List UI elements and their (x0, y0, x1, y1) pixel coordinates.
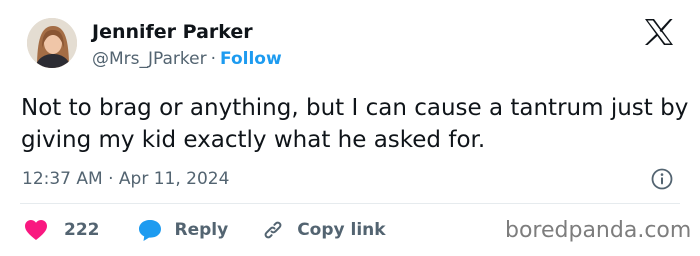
reply-label: Reply (174, 220, 229, 240)
action-bar: 222 Reply Copy link (24, 216, 386, 244)
info-icon[interactable] (650, 167, 674, 191)
author-meta: @Mrs_JParker · Follow (92, 45, 282, 73)
like-button[interactable]: 222 (24, 219, 137, 241)
x-logo-icon[interactable] (644, 18, 674, 46)
follow-button[interactable]: Follow (220, 49, 282, 69)
copy-link-label: Copy link (297, 220, 386, 240)
separator-dot: · (210, 49, 217, 69)
tweet-text: Not to brag or anything, but I can cause… (21, 95, 689, 153)
avatar[interactable] (27, 18, 77, 68)
copy-link-button[interactable]: Copy link (261, 218, 386, 242)
divider (20, 203, 680, 204)
heart-icon (25, 220, 47, 240)
author-name[interactable]: Jennifer Parker (92, 19, 282, 45)
watermark: boredpanda.com (505, 218, 692, 243)
link-icon (264, 221, 282, 239)
author-block: Jennifer Parker @Mrs_JParker · Follow (92, 19, 282, 73)
tweet-card: Jennifer Parker @Mrs_JParker · Follow Not … (0, 0, 700, 256)
reply-button[interactable]: Reply (137, 218, 262, 242)
author-handle[interactable]: @Mrs_JParker (92, 49, 207, 69)
tweet-timestamp[interactable]: 12:37 AM · Apr 11, 2024 (22, 167, 229, 191)
speech-bubble-icon (138, 220, 161, 241)
avatar-photo (27, 18, 77, 68)
like-count: 222 (64, 220, 100, 240)
